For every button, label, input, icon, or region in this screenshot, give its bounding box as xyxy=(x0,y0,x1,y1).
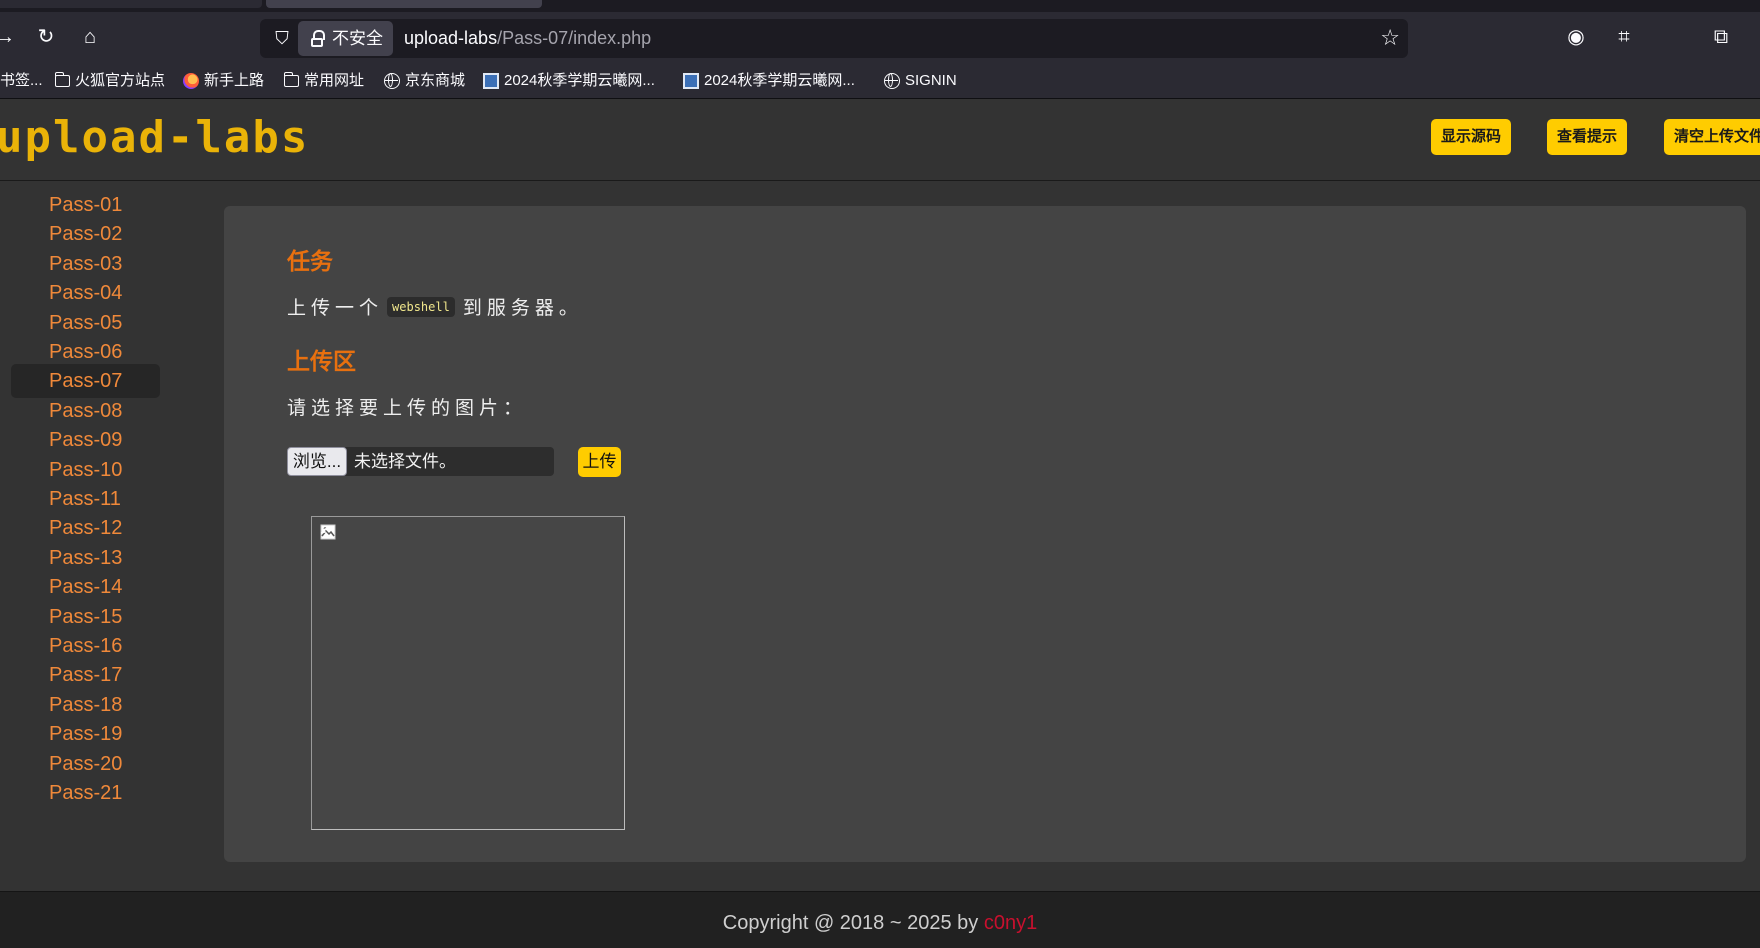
url-path: /Pass-07/index.php xyxy=(497,28,652,48)
folder-icon xyxy=(55,72,70,87)
globe-icon xyxy=(384,73,400,89)
main-panel: 任务 上传一个 webshell 到服务器。 上传区 请选择要上传的图片： 浏览… xyxy=(224,206,1746,862)
bookmark-label: SIGNIN xyxy=(905,72,957,89)
bookmarks-bar: 书签... 火狐官方站点 新手上路 常用网址 京东商城 2024秋季学期云曦网.… xyxy=(0,64,1760,99)
crop-icon[interactable]: ⌗ xyxy=(1611,25,1637,49)
site-logo[interactable]: upload-labs xyxy=(0,113,309,163)
task-description: 上传一个 webshell 到服务器。 xyxy=(287,293,583,320)
bookmark-item[interactable]: 新手上路 xyxy=(183,71,264,91)
sidebar-item-pass-21[interactable]: Pass-21 xyxy=(11,776,160,810)
bookmark-label: 火狐官方站点 xyxy=(75,72,166,89)
task-text-before: 上传一个 xyxy=(287,298,384,319)
bookmark-label: 常用网址 xyxy=(304,72,365,89)
url-host: upload-labs xyxy=(404,28,498,48)
forward-icon[interactable]: → xyxy=(0,25,18,49)
extensions-icon[interactable]: ⧉ xyxy=(1708,25,1734,49)
image-preview xyxy=(311,516,625,830)
browse-button[interactable]: 浏览... xyxy=(287,447,347,476)
show-source-button[interactable]: 显示源码 xyxy=(1431,119,1512,155)
broken-image-icon xyxy=(320,524,336,540)
reload-icon[interactable]: ↻ xyxy=(33,25,59,49)
upload-button[interactable]: 上传 xyxy=(578,447,621,477)
browser-tab-active[interactable] xyxy=(266,0,542,8)
account-icon[interactable]: ◉ xyxy=(1563,25,1589,49)
author-link[interactable]: c0ny1 xyxy=(984,912,1037,934)
bookmark-label: 新手上路 xyxy=(204,72,265,89)
browser-toolbar: → ↻ ⌂ ⛉ 不安全 upload-labs/Pass-07/index.ph… xyxy=(0,12,1760,64)
browser-tab[interactable] xyxy=(0,0,262,8)
show-hint-button[interactable]: 查看提示 xyxy=(1547,119,1628,155)
bookmark-item[interactable]: SIGNIN xyxy=(884,71,957,91)
bookmark-item[interactable]: 2024秋季学期云曦网... xyxy=(683,71,855,91)
bookmark-label: 书签... xyxy=(0,72,43,89)
no-file-selected-label: 未选择文件。 xyxy=(354,452,456,471)
bookmark-item[interactable]: 京东商城 xyxy=(384,71,465,91)
copyright-prefix: Copyright @ 2018 ~ 2025 by xyxy=(722,912,984,934)
bookmark-label: 京东商城 xyxy=(405,72,466,89)
bookmark-item[interactable]: 书签... xyxy=(0,71,43,91)
task-heading: 任务 xyxy=(287,248,333,274)
upload-heading: 上传区 xyxy=(287,348,356,374)
site-header: upload-labs 显示源码 查看提示 清空上传文件 xyxy=(0,99,1760,181)
bookmark-folder[interactable]: 常用网址 xyxy=(284,71,364,91)
folder-icon xyxy=(284,72,299,87)
site-security-indicator[interactable]: 不安全 xyxy=(298,21,393,56)
globe-icon xyxy=(884,73,900,89)
home-icon[interactable]: ⌂ xyxy=(77,25,103,49)
task-text-after: 到服务器。 xyxy=(462,298,583,319)
file-input[interactable]: 浏览... 未选择文件。 xyxy=(287,447,554,476)
choose-image-prompt: 请选择要上传的图片： xyxy=(287,398,528,419)
bookmark-label: 2024秋季学期云曦网... xyxy=(504,72,655,89)
insecure-lock-icon xyxy=(310,29,326,48)
security-label: 不安全 xyxy=(332,29,383,48)
copyright-text: Copyright @ 2018 ~ 2025 by c0ny1 xyxy=(0,912,1760,935)
bookmark-star-icon[interactable]: ☆ xyxy=(1380,26,1400,50)
tab-strip xyxy=(0,0,1760,12)
url-text[interactable]: upload-labs/Pass-07/index.php xyxy=(404,19,651,58)
webshell-code: webshell xyxy=(387,296,455,317)
bookmark-label: 2024秋季学期云曦网... xyxy=(704,72,855,89)
url-bar[interactable]: ⛉ 不安全 upload-labs/Pass-07/index.php ☆ xyxy=(260,19,1408,58)
site-favicon-icon xyxy=(683,73,699,89)
bookmark-item[interactable]: 2024秋季学期云曦网... xyxy=(483,71,655,91)
shield-icon[interactable]: ⛉ xyxy=(271,27,293,49)
clear-uploads-button[interactable]: 清空上传文件 xyxy=(1664,119,1760,155)
bookmark-folder[interactable]: 火狐官方站点 xyxy=(55,71,165,91)
firefox-icon xyxy=(183,73,199,89)
site-footer: Copyright @ 2018 ~ 2025 by c0ny1 xyxy=(0,891,1760,948)
site-favicon-icon xyxy=(483,73,499,89)
